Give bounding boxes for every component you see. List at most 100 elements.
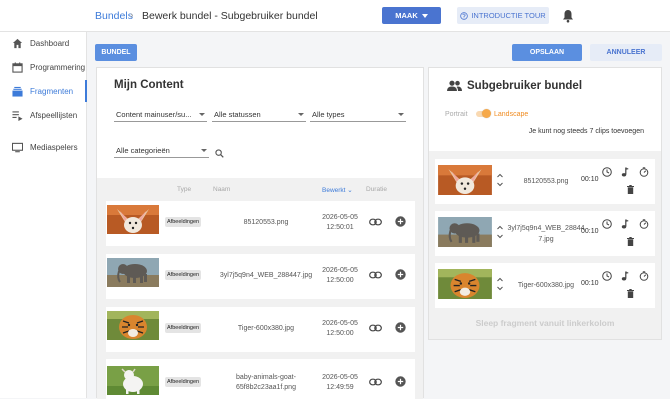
- sidebar-item-mediaspelers[interactable]: Mediaspelers: [0, 136, 87, 158]
- introductie-tour-button[interactable]: INTRODUCTIE TOUR: [457, 7, 549, 24]
- caret-down-icon: [298, 113, 304, 116]
- file-name: 3yl7j5q9n4_WEB_288447.jpg: [219, 272, 313, 279]
- add-circle-icon[interactable]: [395, 322, 406, 333]
- sidebar-item-label: Programmering: [30, 62, 86, 72]
- panel-title: Subgebruiker bundel: [467, 80, 583, 92]
- timer-icon[interactable]: [639, 271, 649, 281]
- music-note-icon[interactable]: [621, 167, 629, 177]
- sidebar: Dashboard Programmering Fragmenten Afspe…: [0, 32, 87, 398]
- clock-icon[interactable]: [602, 167, 612, 177]
- caret-down-icon: [199, 113, 205, 116]
- add-circle-icon[interactable]: [395, 269, 406, 280]
- timer-icon[interactable]: [639, 167, 649, 177]
- reorder-handle-icon[interactable]: [497, 277, 503, 291]
- clip-duration: 00:10: [581, 176, 599, 183]
- sidebar-item-programmering[interactable]: Programmering: [0, 56, 87, 78]
- breadcrumb-bundels[interactable]: Bundels: [95, 10, 133, 22]
- caret-down-icon: [201, 149, 207, 152]
- clip-name: 85120553.png: [523, 178, 569, 185]
- users-icon: [447, 80, 462, 91]
- playlist-icon: [12, 110, 23, 121]
- music-note-icon[interactable]: [621, 219, 629, 229]
- select-value: Content mainuser/su...: [116, 110, 192, 119]
- clips-remaining-note: Je kunt nog steeds 7 clips toevoegen: [528, 128, 644, 135]
- bell-icon[interactable]: [562, 9, 574, 23]
- calendar-icon: [12, 61, 23, 73]
- column-header-edited[interactable]: Bewerkt ⌄: [322, 186, 353, 194]
- bundle-clip[interactable]: Tiger-600x380.jpg 00:10: [435, 263, 655, 308]
- sidebar-item-label: Dashboard: [30, 38, 70, 48]
- sidebar-item-dashboard[interactable]: Dashboard: [0, 32, 87, 54]
- edited-timestamp: 2026-05-05 12:50:00: [318, 319, 362, 339]
- type-badge: Afbeeldingen: [165, 270, 202, 280]
- sidebar-item-fragmenten[interactable]: Fragmenten: [0, 80, 87, 102]
- timer-icon[interactable]: [639, 219, 649, 229]
- drop-hint: Sleep fragment vanuit linkerkolom: [475, 318, 615, 328]
- table-row[interactable]: Afbeeldingen Tiger-600x380.jpg 2026-05-0…: [106, 307, 415, 352]
- search-icon[interactable]: [215, 149, 224, 158]
- page-title: Bewerk bundel - Subgebruiker bundel: [142, 10, 318, 22]
- reorder-handle-icon[interactable]: [497, 225, 503, 239]
- sort-desc-icon: ⌄: [347, 187, 353, 194]
- edited-time: 12:50:01: [326, 224, 354, 231]
- delete-icon[interactable]: [627, 185, 634, 194]
- content-owner-select[interactable]: Content mainuser/su...: [114, 108, 207, 122]
- music-note-icon[interactable]: [621, 271, 629, 281]
- column-header-type[interactable]: Type: [177, 186, 191, 193]
- caret-down-icon: [421, 13, 428, 18]
- link-icon[interactable]: [369, 378, 382, 386]
- select-value: Alle types: [312, 110, 345, 119]
- type-badge: Afbeeldingen: [165, 377, 202, 387]
- panel-title: Mijn Content: [114, 79, 184, 91]
- add-circle-icon[interactable]: [395, 216, 406, 227]
- caret-down-icon: [398, 113, 404, 116]
- column-header-name[interactable]: Naam: [213, 186, 230, 193]
- opslaan-button[interactable]: OPSLAAN: [512, 44, 582, 61]
- home-icon: [12, 38, 23, 48]
- add-circle-icon[interactable]: [395, 376, 406, 387]
- link-icon[interactable]: [369, 324, 382, 332]
- bundle-clip[interactable]: 3yl7j5q9n4_WEB_288447.jpg 00:10: [435, 211, 655, 256]
- delete-icon[interactable]: [627, 289, 634, 298]
- mijn-content-panel: Mijn Content Content mainuser/su... Alle…: [96, 67, 424, 399]
- bundel-button[interactable]: BUNDEL: [95, 44, 137, 61]
- clip-duration: 00:10: [581, 228, 599, 235]
- clip-duration: 00:10: [581, 280, 599, 287]
- link-icon[interactable]: [369, 218, 382, 226]
- introductie-tour-label: INTRODUCTIE TOUR: [471, 11, 546, 20]
- select-value: Alle categorieën: [116, 146, 170, 155]
- type-select[interactable]: Alle types: [310, 108, 406, 122]
- breadcrumb-separator: ›: [130, 10, 134, 21]
- table-row[interactable]: Afbeeldingen 85120553.png 2026-05-05 12:…: [106, 201, 415, 246]
- orientation-toggle-knob[interactable]: [482, 109, 491, 118]
- thumbnail-image: [107, 205, 159, 234]
- thumbnail-image: [107, 311, 159, 340]
- maak-button[interactable]: MAAK: [382, 7, 441, 24]
- bundle-panel: Subgebruiker bundel Portrait Landscape J…: [428, 67, 662, 340]
- sidebar-item-label: Afspeellijsten: [30, 110, 78, 120]
- thumbnail-image: [438, 165, 492, 195]
- edited-time: 12:50:00: [326, 330, 354, 337]
- edited-date: 2026-05-05: [322, 267, 358, 274]
- clock-icon[interactable]: [602, 271, 612, 281]
- help-circle-icon: [460, 11, 469, 20]
- bundle-clip[interactable]: 85120553.png 00:10: [435, 159, 655, 204]
- maak-button-label: MAAK: [395, 11, 418, 20]
- table-row[interactable]: Afbeeldingen baby-animals-goat-65f8b2c23…: [106, 359, 415, 399]
- edited-timestamp: 2026-05-05 12:50:01: [318, 213, 362, 233]
- table-row[interactable]: Afbeeldingen 3yl7j5q9n4_WEB_288447.jpg 2…: [106, 254, 415, 299]
- thumbnail-image: [107, 258, 159, 287]
- delete-icon[interactable]: [627, 237, 634, 246]
- clock-icon[interactable]: [602, 219, 612, 229]
- status-select[interactable]: Alle statussen: [212, 108, 306, 122]
- reorder-handle-icon[interactable]: [497, 173, 503, 187]
- edited-time: 12:50:00: [326, 277, 354, 284]
- sidebar-item-afspeellijsten[interactable]: Afspeellijsten: [0, 104, 87, 126]
- annuleer-button[interactable]: ANNULEER: [590, 44, 662, 61]
- column-header-duration[interactable]: Duratie: [366, 186, 387, 193]
- type-badge: Afbeeldingen: [165, 217, 202, 227]
- top-bar: Bundels › Bewerk bundel - Subgebruiker b…: [0, 0, 670, 32]
- link-icon[interactable]: [369, 271, 382, 279]
- category-select[interactable]: Alle categorieën: [114, 144, 209, 158]
- orientation-portrait-label: Portrait: [445, 111, 468, 118]
